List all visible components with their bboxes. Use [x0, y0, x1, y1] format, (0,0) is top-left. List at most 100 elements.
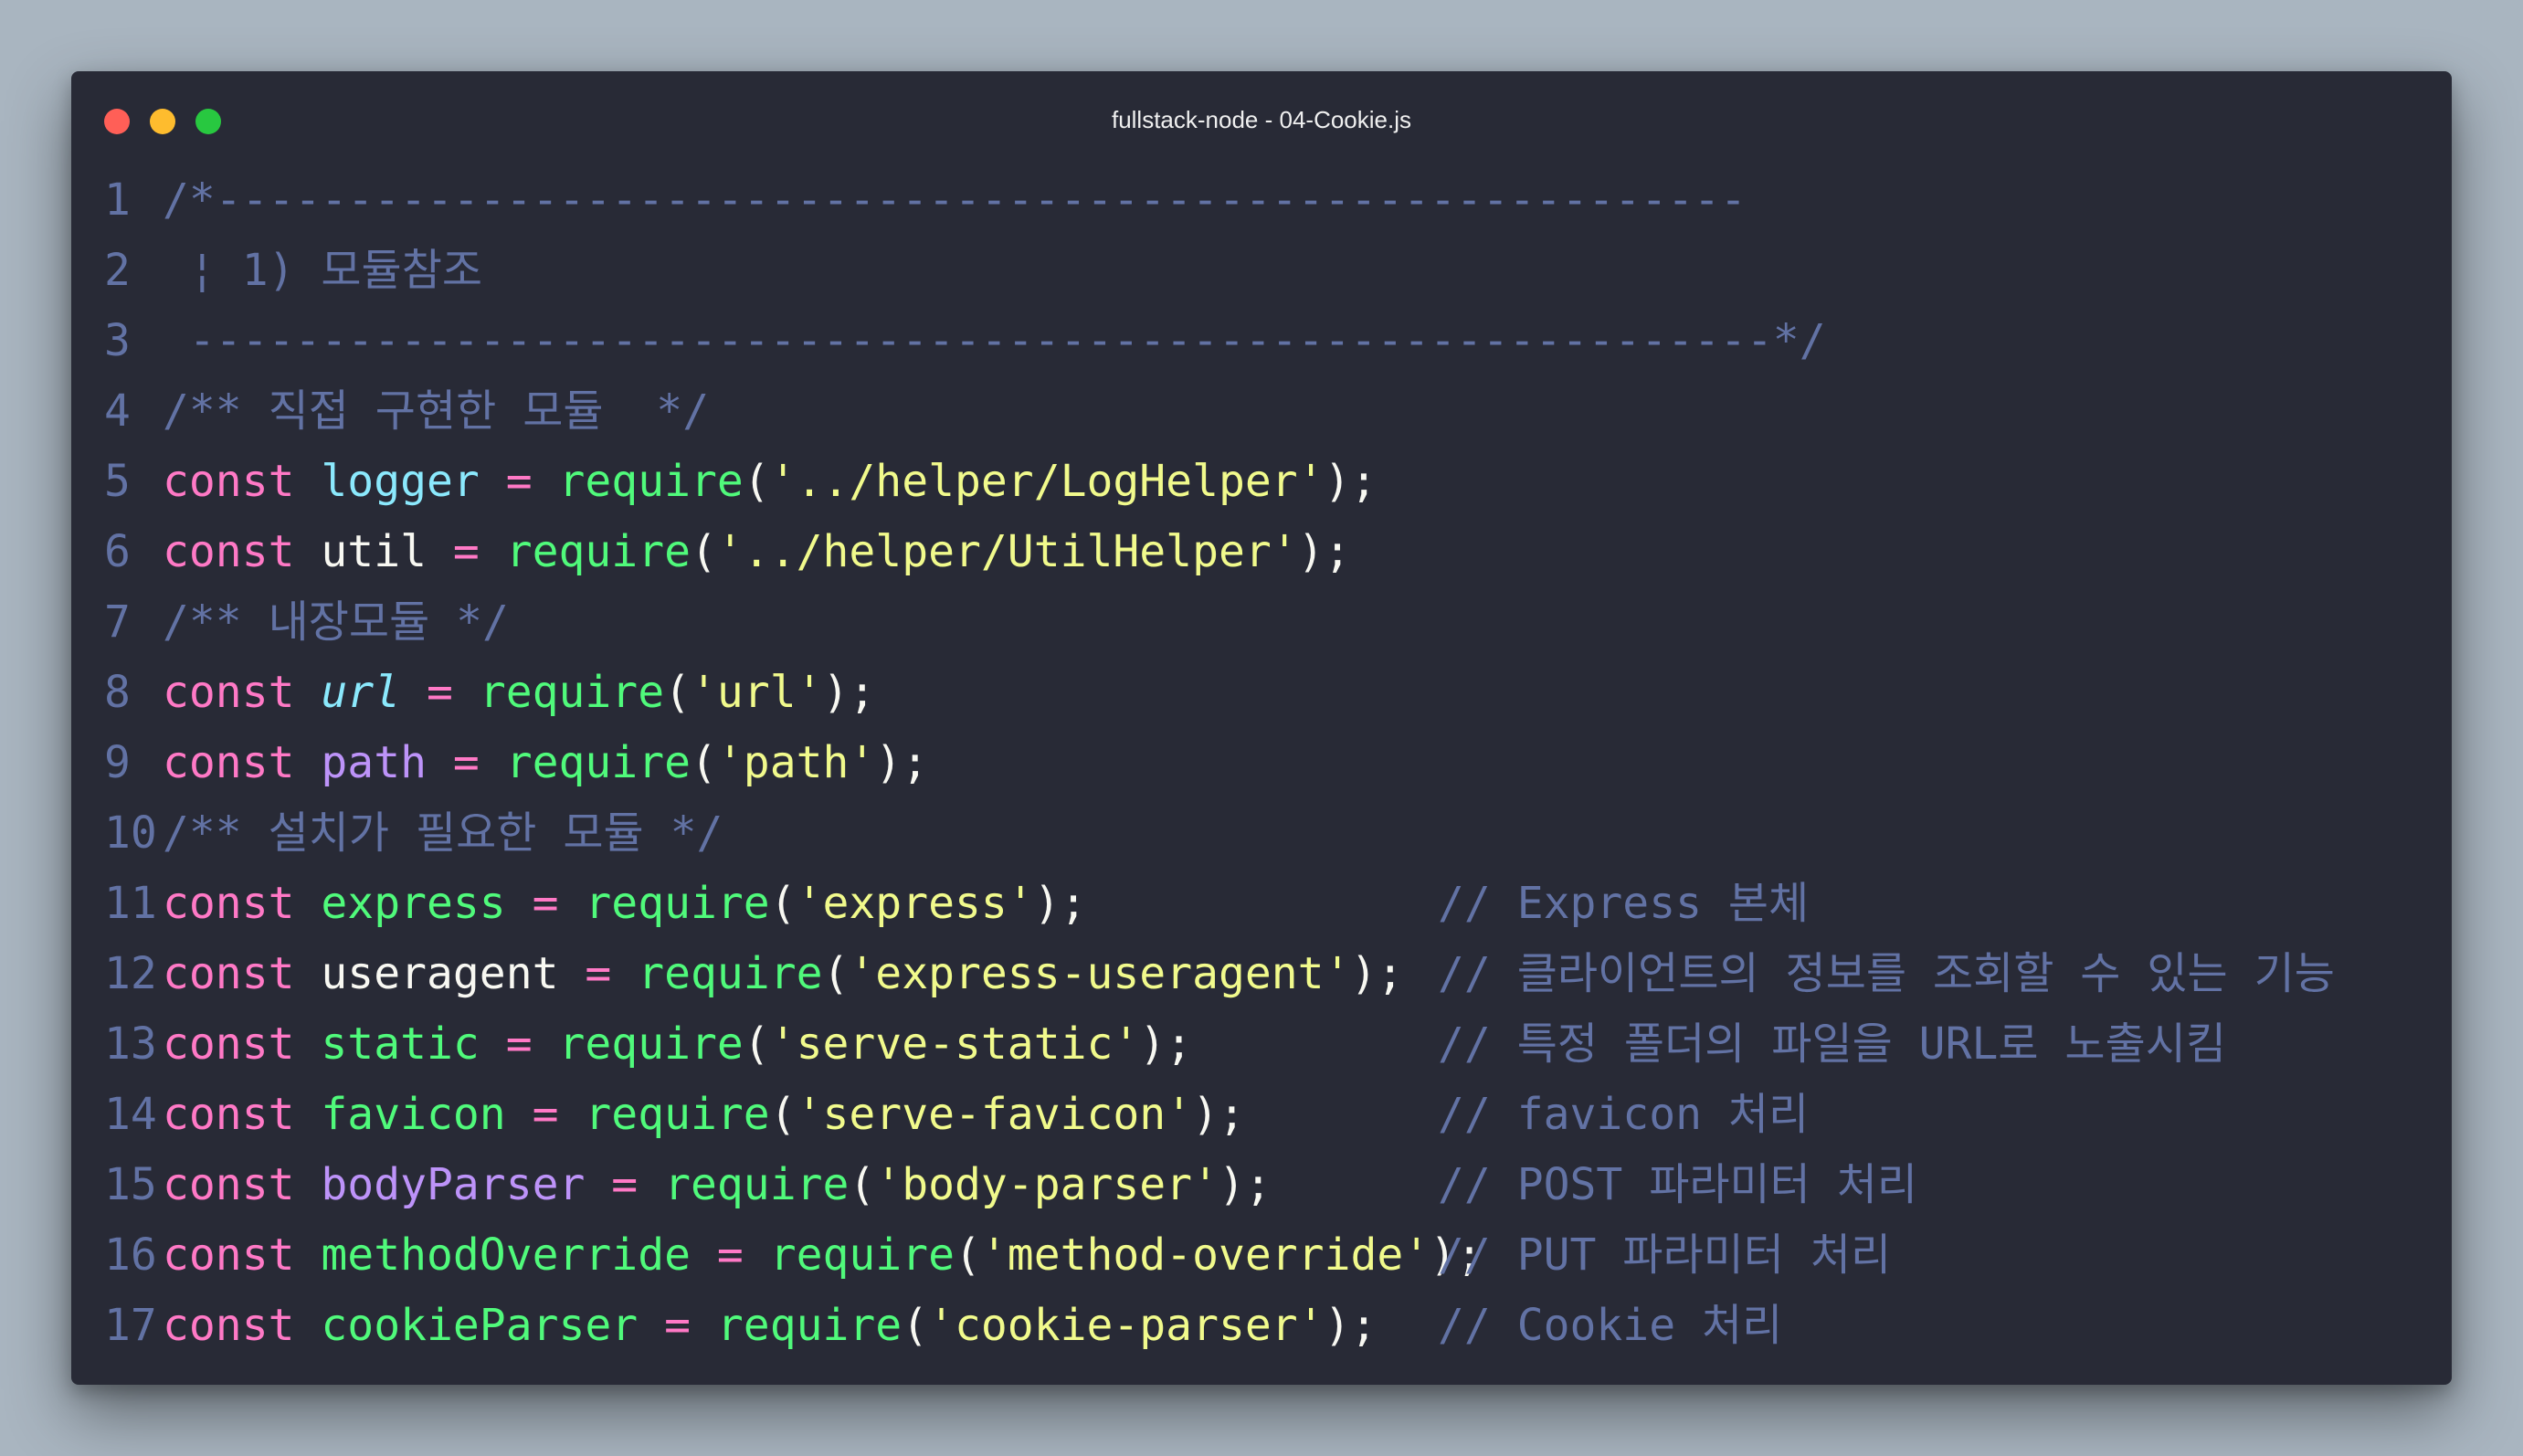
paren: ( [691, 736, 717, 788]
paren: ); [1033, 877, 1087, 929]
function-name: require [664, 1158, 850, 1210]
paren: ( [743, 455, 770, 507]
operator: = [690, 1229, 770, 1281]
function-name: require [769, 1229, 955, 1281]
keyword: const [163, 947, 295, 999]
code-window: fullstack-node - 04-Cookie.js 1 /*------… [71, 71, 2452, 1385]
function-name: require [505, 736, 691, 788]
statement: const express = require('express'); [163, 881, 1087, 925]
function-name: require [558, 455, 744, 507]
string-literal: '../helper/UtilHelper' [716, 525, 1298, 577]
code-line: 16 const methodOverride = require('metho… [104, 1219, 2452, 1290]
variable: express [321, 877, 506, 929]
string-literal: 'serve-static' [769, 1018, 1140, 1070]
line-number: 9 [104, 736, 131, 788]
inline-comment: // 클라이언트의 정보를 조회할 수 있는 기능 [1438, 947, 2335, 999]
comment: /** 내장모듈 */ [163, 596, 509, 648]
string-literal: 'method-override' [980, 1229, 1430, 1281]
code-line: 10 /** 설치가 필요한 모듈 */ [104, 797, 2452, 868]
function-name: require [505, 525, 691, 577]
paren: ( [691, 525, 717, 577]
string-literal: 'express' [796, 877, 1034, 929]
variable: static [321, 1018, 480, 1070]
inline-comment: // Express 본체 [1438, 877, 1810, 929]
keyword: const [163, 1018, 295, 1070]
code-line: 5 const logger = require('../helper/LogH… [104, 446, 2452, 516]
window-title: fullstack-node - 04-Cookie.js [1111, 106, 1412, 133]
line-number: 1 [104, 174, 131, 226]
variable: useragent [321, 947, 559, 999]
line-number: 17 [104, 1299, 157, 1351]
comment: /** 직접 구현한 모듈 */ [163, 385, 710, 437]
code-line: 7 /** 내장모듈 */ [104, 586, 2452, 657]
keyword: const [163, 1229, 295, 1281]
string-literal: 'cookie-parser' [928, 1299, 1325, 1351]
code-line: 13 const static = require('serve-static'… [104, 1008, 2452, 1079]
keyword: const [163, 525, 295, 577]
line-number: 2 [104, 244, 131, 296]
line-number: 11 [104, 877, 157, 929]
variable: util [321, 525, 427, 577]
code-line: 15 const bodyParser = require('body-pars… [104, 1149, 2452, 1219]
paren: ); [1218, 1158, 1272, 1210]
inline-comment: // favicon 처리 [1438, 1088, 1810, 1140]
statement: const path = require('path'); [163, 741, 928, 785]
code-line: 8 const url = require('url'); [104, 657, 2452, 727]
variable: url [321, 666, 401, 718]
title-bar: fullstack-node - 04-Cookie.js [71, 71, 2452, 170]
variable: favicon [321, 1088, 506, 1140]
code-line: 9 const path = require('path'); [104, 727, 2452, 797]
string-literal: 'serve-favicon' [796, 1088, 1193, 1140]
line-number: 8 [104, 666, 131, 718]
operator: = [505, 877, 586, 929]
paren: ( [849, 1158, 876, 1210]
code-line: 14 const favicon = require('serve-favico… [104, 1079, 2452, 1149]
paren: ); [875, 736, 929, 788]
statement: const util = require('../helper/UtilHelp… [163, 530, 1350, 574]
paren: ); [1139, 1018, 1193, 1070]
statement: const url = require('url'); [163, 670, 875, 714]
line-number: 3 [104, 314, 131, 366]
paren: ); [1350, 947, 1404, 999]
operator: = [427, 736, 506, 788]
statement: const logger = require('../helper/LogHel… [163, 459, 1377, 503]
keyword: const [163, 736, 295, 788]
function-name: require [638, 947, 823, 999]
code-line: 12 const useragent = require('express-us… [104, 938, 2452, 1008]
variable: methodOverride [321, 1229, 691, 1281]
code-line: 17 const cookieParser = require('cookie-… [104, 1290, 2452, 1360]
paren: ( [822, 947, 850, 999]
line-number: 16 [104, 1229, 157, 1281]
line-number: 14 [104, 1088, 157, 1140]
line-number: 7 [104, 596, 131, 648]
paren: ( [769, 877, 797, 929]
code-line: 2 ¦ 1) 모듈참조 [104, 235, 2452, 305]
line-number: 6 [104, 525, 131, 577]
keyword: const [163, 877, 295, 929]
comment: ----------------------------------------… [163, 314, 1826, 366]
function-name: require [585, 877, 770, 929]
statement: const cookieParser = require('cookie-par… [163, 1303, 1377, 1347]
paren: ( [902, 1299, 929, 1351]
code-line: 11 const express = require('express'); /… [104, 868, 2452, 938]
variable: path [321, 736, 427, 788]
inline-comment: // Cookie 처리 [1438, 1299, 1783, 1351]
statement: const static = require('serve-static'); [163, 1022, 1192, 1066]
statement: const methodOverride = require('method-o… [163, 1233, 1483, 1277]
inline-comment: // 특정 폴더의 파일을 URL로 노출시킴 [1438, 1018, 2227, 1070]
keyword: const [163, 1088, 295, 1140]
operator: = [505, 1088, 586, 1140]
string-literal: 'path' [716, 736, 876, 788]
paren: ); [1297, 525, 1351, 577]
line-number: 13 [104, 1018, 157, 1070]
function-name: require [585, 1088, 770, 1140]
code-line: 6 const util = require('../helper/UtilHe… [104, 516, 2452, 586]
comment: /** 설치가 필요한 모듈 */ [163, 807, 723, 859]
string-literal: 'url' [691, 666, 823, 718]
keyword: const [163, 666, 295, 718]
code-line: 1 /*------------------------------------… [104, 164, 2452, 235]
line-number: 12 [104, 947, 157, 999]
code-editor[interactable]: 1 /*------------------------------------… [104, 164, 2452, 1360]
string-literal: 'express-useragent' [849, 947, 1351, 999]
paren: ( [954, 1229, 981, 1281]
